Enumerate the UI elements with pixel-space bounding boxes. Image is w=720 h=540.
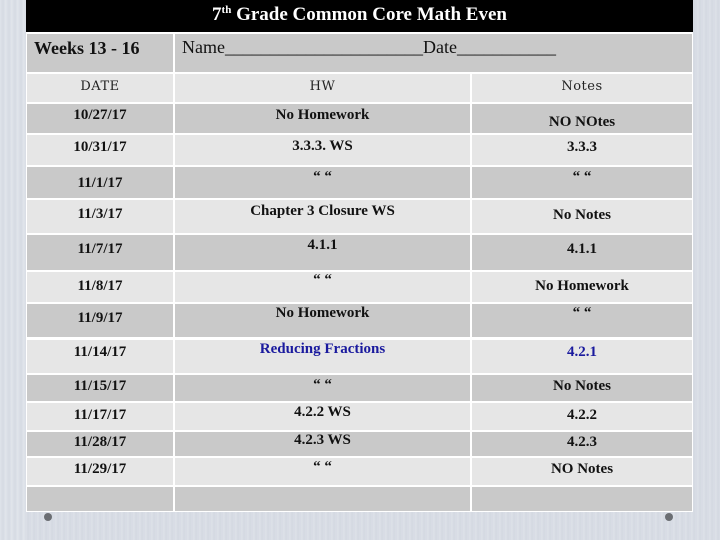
row-date-cell: 11/15/17 [27,375,173,401]
row-hw-cell: No Homework [175,304,470,337]
row-hw-cell: Chapter 3 Closure WS [175,200,470,233]
weeks-label: Weeks 13 - 16 [27,34,173,72]
column-header-notes: Notes [472,74,692,102]
name-date-line: Name______________________Date__________… [175,34,692,72]
row-hw-cell: 4.2.2 WS [175,403,470,430]
row-notes-cell: No Homework [472,272,692,302]
title-text: Grade Common Core Math Even [231,4,507,25]
row-notes-cell: 4.2.2 [472,403,692,430]
row-date-cell: 11/28/17 [27,432,173,456]
background-strip [0,0,26,540]
row-notes-cell: NO Notes [472,458,692,485]
row-date-cell: 10/31/17 [27,135,173,165]
row-date-cell: 11/9/17 [27,304,173,337]
row-notes-cell: 4.2.3 [472,432,692,456]
title-number: 7 [212,4,222,25]
page-title: 7th Grade Common Core Math Even [26,0,693,32]
decorative-dot-left [44,513,52,521]
row-notes-cell: “ “ [472,167,692,198]
row-date-cell: 11/17/17 [27,403,173,430]
row-notes-cell [472,487,692,511]
row-hw-cell: Reducing Fractions [175,340,470,373]
row-date-cell: 11/14/17 [27,340,173,373]
row-notes-cell: “ “ [472,304,692,337]
row-notes-cell: No Notes [472,200,692,233]
row-date-cell: 10/27/17 [27,104,173,133]
row-notes-cell: NO NOtes [472,104,692,133]
decorative-dot-right [665,513,673,521]
title-superscript: th [221,4,232,16]
row-date-cell [27,487,173,511]
row-hw-cell: 4.1.1 [175,235,470,270]
row-hw-cell: 4.2.3 WS [175,432,470,456]
column-header-hw: HW [175,74,470,102]
row-hw-cell [175,487,470,511]
row-date-cell: 11/8/17 [27,272,173,302]
row-notes-cell: 4.1.1 [472,235,692,270]
row-hw-cell: 3.3.3. WS [175,135,470,165]
row-hw-cell: “ “ [175,375,470,401]
row-date-cell: 11/3/17 [27,200,173,233]
row-hw-cell: “ “ [175,167,470,198]
row-hw-cell: No Homework [175,104,470,133]
column-header-date: DATE [27,74,173,102]
row-date-cell: 11/1/17 [27,167,173,198]
row-notes-cell: 4.2.1 [472,340,692,373]
row-notes-cell: 3.3.3 [472,135,692,165]
row-notes-cell: No Notes [472,375,692,401]
row-hw-cell: “ “ [175,458,470,485]
row-date-cell: 11/7/17 [27,235,173,270]
row-date-cell: 11/29/17 [27,458,173,485]
row-hw-cell: “ “ [175,272,470,302]
